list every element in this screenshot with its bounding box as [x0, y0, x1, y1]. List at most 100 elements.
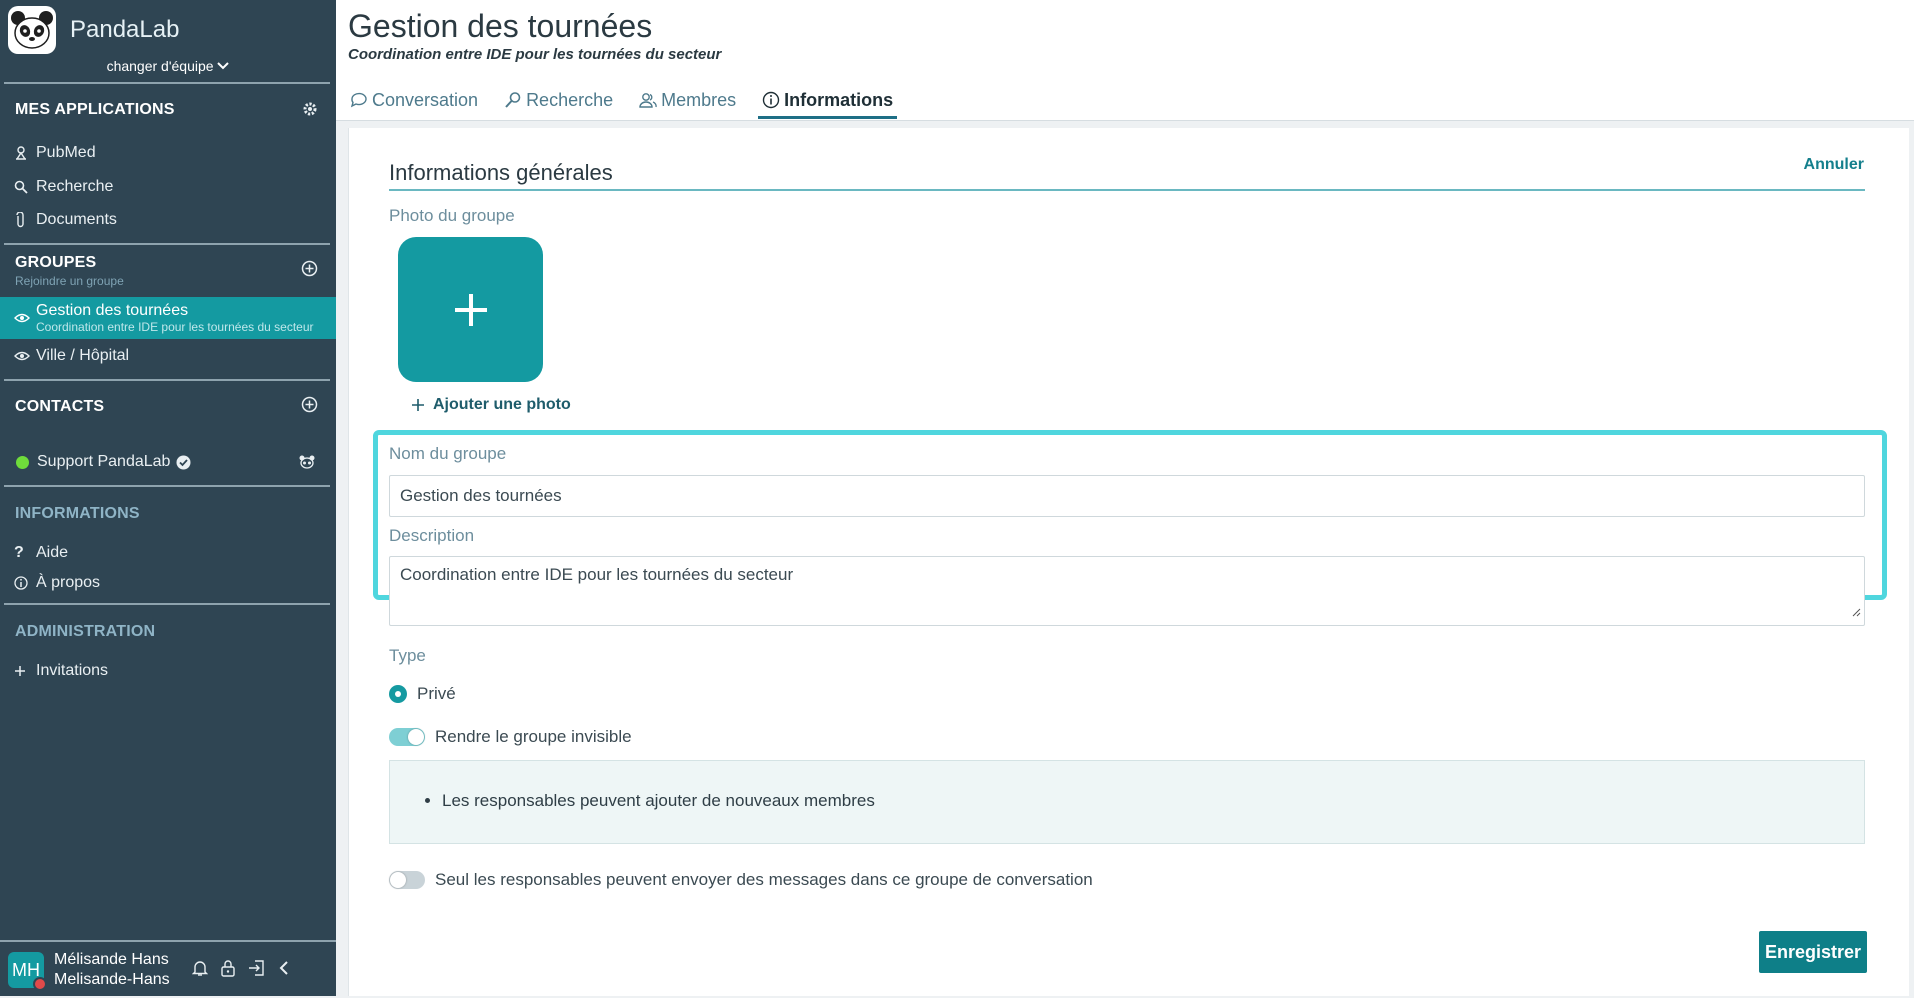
sidebar-item-documents[interactable]: Documents	[0, 205, 336, 235]
info-icon	[762, 91, 780, 109]
sidebar-item-a-propos[interactable]: À propos	[0, 568, 336, 598]
plus-icon	[14, 665, 36, 677]
sidebar-item-recherche[interactable]: Recherche	[0, 172, 336, 202]
description-label: Description	[389, 526, 475, 545]
collapse-sidebar-icon[interactable]	[278, 960, 290, 981]
info-box: Les responsables peuvent ajouter de nouv…	[389, 760, 1865, 844]
divider	[4, 82, 330, 84]
divider	[4, 485, 330, 487]
sidebar-item-label: À propos	[36, 574, 101, 591]
group-info-card: Informations générales Annuler Photo du …	[348, 128, 1909, 996]
online-status-dot	[16, 455, 29, 469]
resize-handle-icon[interactable]	[1852, 602, 1861, 622]
search-icon	[504, 91, 522, 109]
type-radio-prive[interactable]: Privé	[389, 684, 456, 704]
join-group-link[interactable]: Rejoindre un groupe	[15, 274, 124, 288]
paperclip-icon	[14, 212, 36, 228]
tab-label: Informations	[784, 89, 894, 110]
sidebar-item-label: Recherche	[36, 178, 114, 195]
question-icon: ?	[14, 544, 24, 561]
contact-label: Support PandaLab	[37, 453, 171, 470]
verified-badge-icon	[176, 455, 191, 470]
cancel-button[interactable]: Annuler	[1804, 156, 1864, 174]
sidebar-item-label: Documents	[36, 211, 117, 228]
user-username: Melisande-Hans	[54, 971, 170, 988]
tab-informations[interactable]: Informations	[758, 84, 898, 119]
group-photo-placeholder[interactable]	[398, 237, 543, 382]
chat-icon	[350, 92, 368, 108]
group-name-input[interactable]: Gestion des tournées	[389, 475, 1865, 517]
toggle-knob	[390, 872, 406, 888]
sidebar-item-ville-hopital[interactable]: Ville / Hôpital	[0, 341, 336, 371]
brand[interactable]: PandaLab	[8, 6, 179, 54]
gear-icon[interactable]	[302, 101, 318, 122]
tab-label: Recherche	[526, 89, 614, 110]
list-item: Les responsables peuvent ajouter de nouv…	[442, 791, 875, 811]
sidebar-item-aide[interactable]: ? Aide	[0, 538, 336, 568]
sidebar-item-label: PubMed	[36, 144, 96, 161]
lock-icon[interactable]	[220, 959, 236, 982]
page-title: Gestion des tournées	[348, 8, 653, 44]
sidebar-item-label: Invitations	[36, 662, 109, 679]
logout-icon[interactable]	[248, 959, 266, 982]
search-icon	[14, 180, 36, 194]
invisible-toggle-row[interactable]: Rendre le groupe invisible	[389, 727, 632, 747]
plus-icon	[398, 237, 543, 382]
footer-actions	[191, 959, 290, 982]
user-footer: MH Mélisande Hans Melisande-Hans	[0, 940, 336, 998]
sidebar-item-description: Coordination entre IDE pour les tournées…	[36, 320, 314, 334]
user-names: Mélisande Hans Melisande-Hans	[54, 950, 170, 990]
only-managers-toggle[interactable]	[389, 871, 425, 889]
tab-membres[interactable]: Membres	[635, 84, 740, 116]
plus-icon	[411, 398, 425, 412]
sidebar-item-gestion-tournees[interactable]: Gestion des tournées Coordination entre …	[0, 297, 336, 339]
sidebar-item-invitations[interactable]: Invitations	[0, 656, 336, 686]
tab-recherche[interactable]: Recherche	[500, 84, 617, 116]
name-label: Nom du groupe	[389, 444, 507, 463]
radio-label: Privé	[417, 684, 456, 703]
groups-section-title: GROUPES	[15, 254, 97, 271]
type-label: Type	[389, 646, 426, 665]
divider	[4, 379, 330, 381]
description-textarea[interactable]: Coordination entre IDE pour les tournées…	[389, 556, 1865, 626]
sidebar-item-label: Ville / Hôpital	[36, 347, 130, 364]
sidebar-item-label: Aide	[36, 544, 69, 561]
info-icon	[14, 576, 36, 590]
team-switch[interactable]: changer d'équipe	[0, 58, 336, 74]
invisible-toggle[interactable]	[389, 728, 425, 746]
add-group-icon[interactable]	[301, 260, 318, 282]
tab-conversation[interactable]: Conversation	[346, 84, 482, 116]
toggle-label: Seul les responsables peuvent envoyer de…	[435, 870, 1093, 889]
status-dot	[33, 977, 47, 991]
description-text: Coordination entre IDE pour les tournées…	[400, 565, 794, 584]
page-header: Gestion des tournées Coordination entre …	[336, 0, 1914, 121]
avatar[interactable]: MH	[8, 952, 47, 991]
toggle-knob	[408, 729, 424, 745]
photo-label: Photo du groupe	[389, 206, 515, 225]
group-eye-icon	[14, 350, 36, 362]
members-icon	[639, 92, 657, 108]
team-switch-label: changer d'équipe	[106, 58, 214, 74]
add-contact-icon[interactable]	[301, 396, 318, 418]
apps-section-title: MES APPLICATIONS	[15, 101, 175, 118]
brand-name: PandaLab	[70, 16, 180, 43]
sidebar-item-label: Gestion des tournées	[36, 302, 189, 319]
radio-selected[interactable]	[389, 685, 407, 703]
sidebar: PandaLab changer d'équipe MES APPLICATIO…	[0, 0, 336, 996]
section-heading: Informations générales	[389, 160, 613, 185]
add-photo-button[interactable]: Ajouter une photo	[411, 396, 571, 414]
save-button[interactable]: Enregistrer	[1759, 931, 1867, 973]
page-subtitle: Coordination entre IDE pour les tournées…	[348, 46, 722, 63]
divider	[4, 243, 330, 245]
tab-label: Membres	[661, 89, 737, 110]
only-managers-toggle-row[interactable]: Seul les responsables peuvent envoyer de…	[389, 870, 1093, 890]
info-list: Les responsables peuvent ajouter de nouv…	[390, 791, 875, 811]
add-photo-label: Ajouter une photo	[433, 396, 571, 413]
contact-support-pandalab[interactable]: Support PandaLab	[0, 447, 336, 477]
bell-icon[interactable]	[191, 959, 208, 982]
tab-label: Conversation	[372, 89, 479, 110]
chevron-down-icon	[217, 58, 230, 74]
sidebar-item-pubmed[interactable]: PubMed	[0, 138, 336, 168]
panda-logo-icon	[8, 6, 56, 54]
contacts-section-title: CONTACTS	[15, 398, 105, 415]
